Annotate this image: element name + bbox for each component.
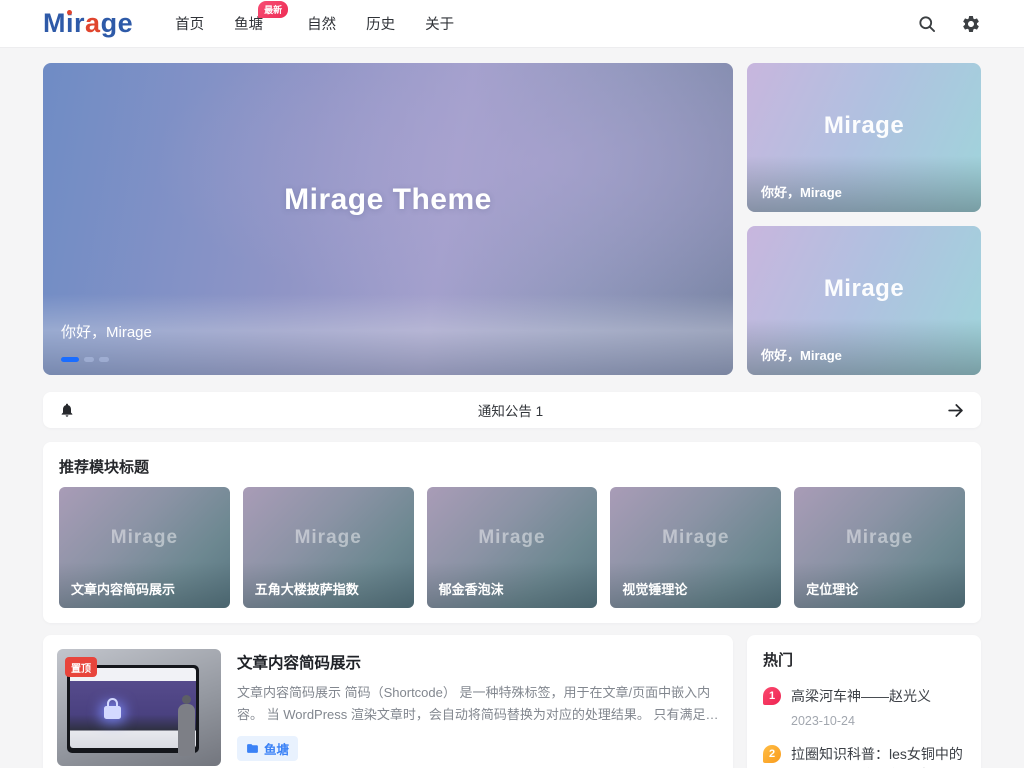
logo-letter: g (101, 8, 118, 38)
folder-icon (246, 742, 259, 755)
recommended-card[interactable]: Mirage 五角大楼披萨指数 (243, 487, 414, 608)
nav-item-nature[interactable]: 自然 (307, 13, 336, 34)
side-banner-caption: 你好，Mirage (761, 345, 842, 364)
card-caption: 五角大楼披萨指数 (255, 579, 359, 598)
arrow-right-icon[interactable] (946, 401, 965, 420)
article-thumbnail: 置顶 (57, 649, 221, 766)
card-watermark: Mirage (243, 527, 414, 549)
card-watermark: Mirage (59, 527, 230, 549)
new-badge: 最新 (258, 1, 288, 18)
hot-item-title[interactable]: 拉圈知识科普：les女铜中的T、P、H到底是什么意思? (791, 744, 965, 768)
site-logo[interactable]: Mirage (43, 10, 133, 37)
hero-caption: 你好，Mirage (61, 321, 152, 342)
card-caption: 定位理论 (806, 579, 858, 598)
recommended-card[interactable]: Mirage 郁金香泡沫 (427, 487, 598, 608)
thumbnail-person-graphic (178, 704, 195, 756)
notice-bar[interactable]: 通知公告 1 (43, 392, 981, 428)
carousel-indicators (61, 357, 109, 362)
card-caption: 视觉锤理论 (622, 579, 687, 598)
card-caption: 文章内容简码展示 (71, 579, 175, 598)
lock-icon (104, 706, 121, 719)
nav-item-about[interactable]: 关于 (425, 13, 454, 34)
card-caption: 郁金香泡沫 (439, 579, 504, 598)
card-watermark: Mirage (427, 527, 598, 549)
side-banner-title: Mirage (747, 112, 981, 140)
nav-item-fishpond[interactable]: 鱼塘最新 (234, 13, 263, 34)
recommended-card[interactable]: Mirage 定位理论 (794, 487, 965, 608)
card-watermark: Mirage (794, 527, 965, 549)
carousel-dot[interactable] (99, 357, 109, 362)
carousel-dot[interactable] (84, 357, 94, 362)
nav-item-history[interactable]: 历史 (366, 13, 395, 34)
side-banner-title: Mirage (747, 275, 981, 303)
article-list-item[interactable]: 置顶 文章内容简码展示 文章内容简码展示 简码（Shortcode） 是一种特殊… (43, 635, 733, 768)
carousel-dot-active[interactable] (61, 357, 79, 362)
category-tag[interactable]: 鱼塘 (237, 736, 298, 761)
hot-list-item[interactable]: 2 拉圈知识科普：les女铜中的T、P、H到底是什么意思? (763, 744, 965, 768)
side-banner-card[interactable]: Mirage 你好，Mirage (747, 63, 981, 212)
nav-item-label: 鱼塘 (234, 17, 263, 33)
recommended-card[interactable]: Mirage 视觉锤理论 (610, 487, 781, 608)
gear-icon[interactable] (961, 14, 981, 34)
article-excerpt: 文章内容简码展示 简码（Shortcode） 是一种特殊标签，用于在文章/页面中… (237, 682, 719, 726)
rank-badge: 2 (763, 745, 781, 763)
nav-item-home[interactable]: 首页 (175, 13, 204, 34)
hot-section-title: 热门 (763, 649, 965, 670)
top-navbar: Mirage 首页 鱼塘最新 自然 历史 关于 (0, 0, 1024, 48)
bell-icon (59, 402, 75, 418)
hot-list-item[interactable]: 1 高梁河车神——赵光义 2023-10-24 (763, 686, 965, 728)
search-icon[interactable] (917, 14, 937, 34)
main-menu: 首页 鱼塘最新 自然 历史 关于 (175, 13, 454, 34)
logo-letter: r (74, 8, 85, 38)
rank-badge: 1 (763, 687, 781, 705)
recommended-card[interactable]: Mirage 文章内容简码展示 (59, 487, 230, 608)
category-label: 鱼塘 (264, 739, 289, 758)
article-title[interactable]: 文章内容简码展示 (237, 651, 719, 673)
side-banner-card[interactable]: Mirage 你好，Mirage (747, 226, 981, 375)
hot-item-date: 2023-10-24 (791, 714, 931, 728)
recommended-title: 推荐模块标题 (59, 456, 965, 477)
recommended-section: 推荐模块标题 Mirage 文章内容简码展示 Mirage 五角大楼披萨指数 M… (43, 442, 981, 623)
hero-section: Mirage Theme 你好，Mirage Mirage 你好，Mirage … (43, 63, 981, 375)
side-banner-caption: 你好，Mirage (761, 182, 842, 201)
pinned-badge: 置顶 (65, 657, 97, 677)
logo-letter: a (85, 8, 101, 38)
logo-letter: M (43, 8, 66, 38)
hero-title: Mirage Theme (43, 183, 733, 217)
hot-sidebar: 热门 1 高梁河车神——赵光义 2023-10-24 2 拉圈知识科普：les女… (747, 635, 981, 768)
card-watermark: Mirage (610, 527, 781, 549)
hero-carousel-slide[interactable]: Mirage Theme 你好，Mirage (43, 63, 733, 375)
logo-letter: i (66, 8, 74, 38)
notice-text: 通知公告 1 (75, 400, 946, 420)
logo-letter: e (118, 8, 134, 38)
hot-item-title[interactable]: 高梁河车神——赵光义 (791, 686, 931, 706)
